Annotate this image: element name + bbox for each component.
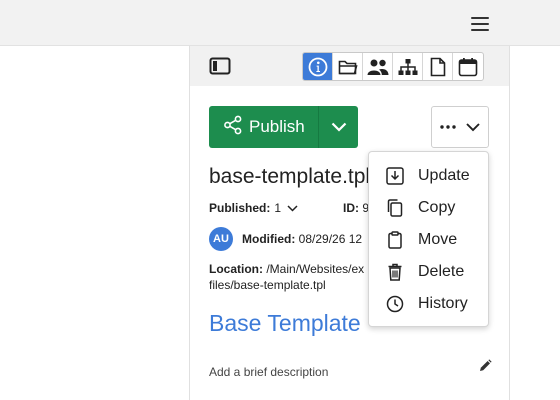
location-path[interactable]: /Main/Websites/ex (266, 262, 364, 276)
menu-item-label: Update (418, 167, 470, 184)
modified-value: 08/29/26 12 (298, 232, 363, 246)
tab-users-icon[interactable] (363, 53, 393, 80)
more-actions-menu: Update Copy Move Delete History (368, 151, 489, 327)
avatar[interactable]: AU (209, 227, 233, 251)
copy-icon (386, 199, 404, 217)
pencil-icon[interactable] (478, 359, 492, 378)
tab-calendar-icon[interactable] (453, 53, 483, 80)
panel-tab-group (302, 52, 484, 81)
outer-area (510, 46, 560, 400)
tab-file-icon[interactable] (423, 53, 453, 80)
more-actions-button[interactable] (431, 106, 489, 148)
chevron-down-icon (331, 122, 346, 132)
publish-button[interactable]: Publish (209, 106, 318, 148)
display-title[interactable]: Base Template (209, 310, 361, 337)
id-label: ID: (343, 201, 359, 215)
main-content-pane (0, 46, 189, 400)
location-label: Location: (209, 262, 263, 276)
update-icon (386, 167, 404, 185)
share-icon (223, 115, 243, 140)
publish-options-button[interactable] (318, 106, 358, 148)
delete-icon (386, 263, 404, 281)
ellipsis-icon (440, 125, 456, 129)
history-icon (386, 295, 404, 313)
menu-item-delete[interactable]: Delete (369, 256, 488, 288)
asset-name: base-template.tpl (209, 165, 369, 188)
location-info: Location: /Main/Websites/ex files/base-t… (209, 261, 369, 293)
description-placeholder[interactable]: Add a brief description (209, 365, 328, 379)
panel-toolbar (190, 46, 509, 86)
published-info[interactable]: Published: 1 (209, 201, 298, 215)
published-value: 1 (274, 201, 282, 215)
tab-sitemap-icon[interactable] (393, 53, 423, 80)
top-bar (0, 0, 560, 46)
modified-label: Modified: (242, 232, 296, 246)
menu-item-history[interactable]: History (369, 288, 488, 320)
move-icon (386, 231, 404, 249)
menu-item-move[interactable]: Move (369, 224, 488, 256)
menu-item-label: Copy (418, 199, 456, 216)
id-info: ID: 9 (343, 201, 369, 215)
sidebar-toggle-icon[interactable] (206, 52, 234, 80)
menu-item-label: Delete (418, 263, 465, 280)
chevron-down-icon (287, 204, 298, 212)
hamburger-icon[interactable] (471, 17, 489, 31)
chevron-down-icon (466, 122, 480, 131)
tab-info-icon[interactable] (303, 53, 333, 80)
menu-item-label: History (418, 295, 468, 312)
published-label: Published: (209, 201, 271, 215)
tab-folder-icon[interactable] (333, 53, 363, 80)
location-path-cont[interactable]: files/base-template.tpl (209, 278, 326, 292)
location-line: Location: /Main/Websites/ex (209, 261, 369, 277)
publish-button-label: Publish (249, 117, 305, 136)
menu-item-copy[interactable]: Copy (369, 192, 488, 224)
publish-button-group: Publish (209, 106, 358, 148)
menu-item-label: Move (418, 231, 458, 248)
menu-item-update[interactable]: Update (369, 160, 488, 192)
modified-info: Modified: 08/29/26 12 (242, 232, 370, 246)
